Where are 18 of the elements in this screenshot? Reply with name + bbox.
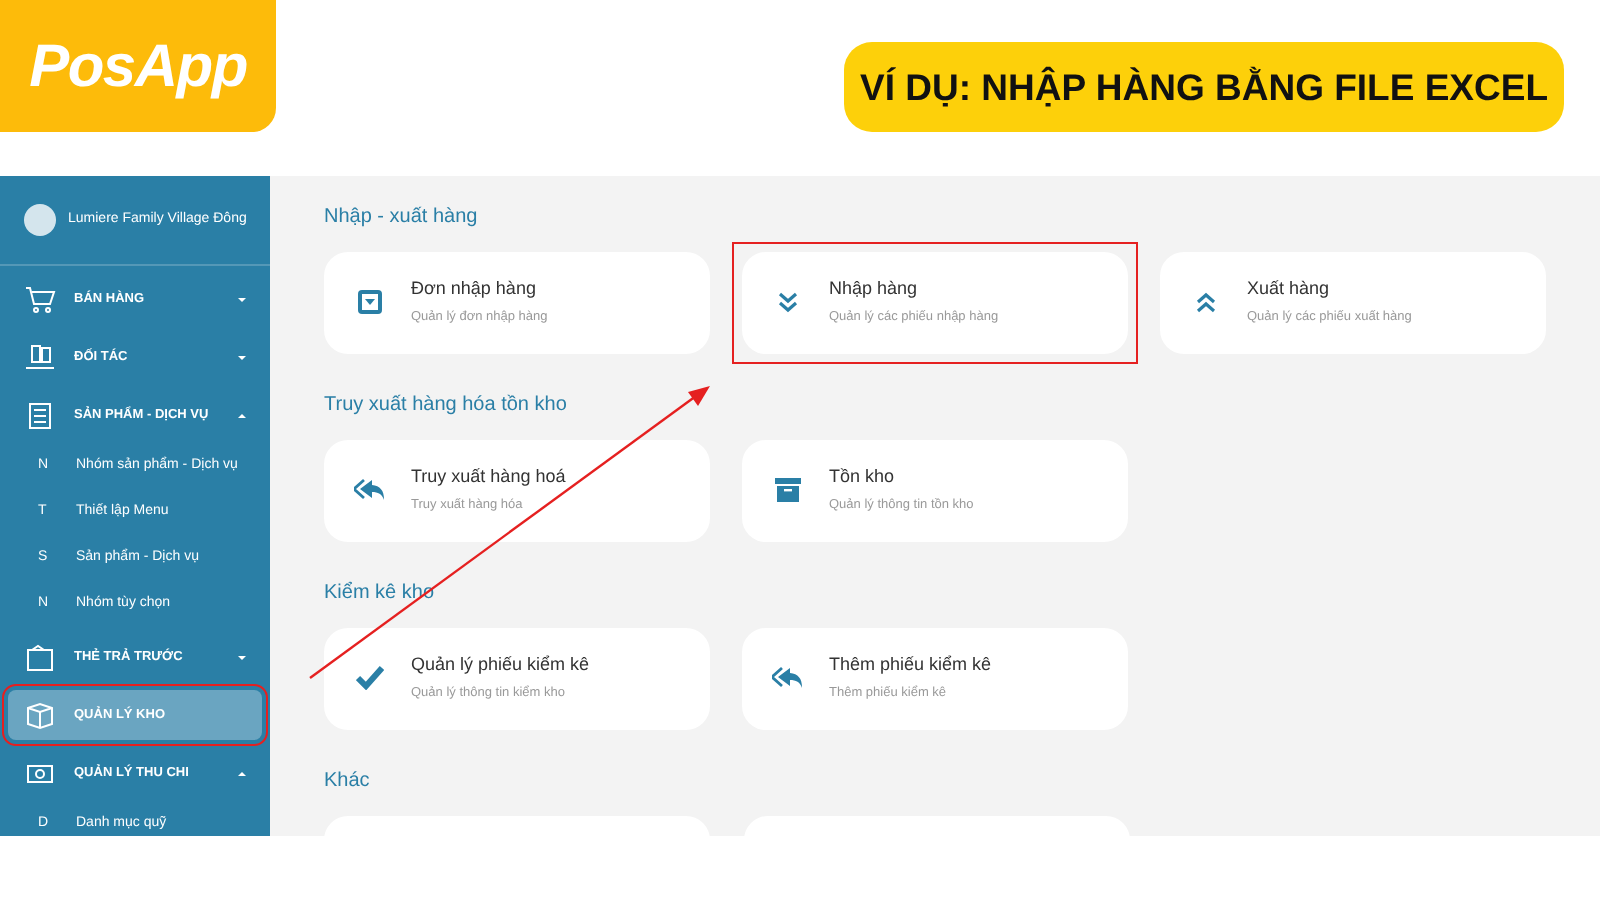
- double-chevron-up-icon: [1193, 290, 1217, 314]
- box-icon: [24, 701, 56, 729]
- document-icon: [24, 401, 56, 429]
- archive-icon: [773, 476, 801, 504]
- reply-all-icon: [771, 664, 803, 692]
- logo-text: PosApp: [29, 31, 247, 103]
- section-title: Khác: [324, 768, 372, 794]
- reply-all-icon: [353, 476, 385, 504]
- double-chevron-down-icon: [775, 290, 799, 314]
- cart-icon: [24, 285, 56, 313]
- section-title: Truy xuất hàng hóa tồn kho: [324, 392, 569, 418]
- inbox-icon: [355, 288, 383, 316]
- checkmark-icon: [355, 666, 383, 690]
- avatar-icon: [24, 204, 56, 236]
- card-icon: [24, 643, 56, 671]
- title-banner: VÍ DỤ: NHẬP HÀNG BẰNG FILE EXCEL: [844, 42, 1564, 132]
- cash-icon: [24, 759, 56, 787]
- section-title: Nhập - xuất hàng: [324, 204, 480, 230]
